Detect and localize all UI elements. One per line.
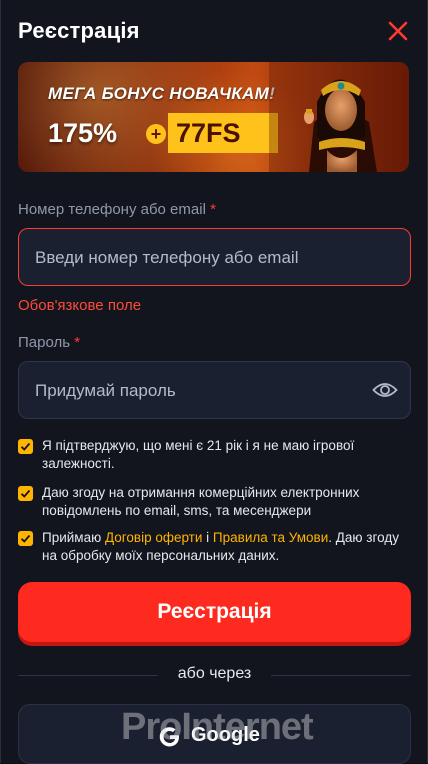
marketing-consent-text: Даю згоду на отримання комерційних елект… — [42, 485, 360, 518]
phone-label: Номер телефону або email * — [18, 201, 216, 218]
required-mark: * — [74, 334, 81, 351]
terms-prefix: Приймаю — [42, 530, 105, 545]
password-field[interactable] — [18, 361, 411, 420]
banner-plus: + — [146, 124, 166, 144]
password-label: Пароль * — [18, 334, 80, 351]
divider-text: або через — [177, 665, 252, 682]
phone-error-text: Обов'язкове поле — [18, 297, 142, 314]
banner-character-image — [269, 62, 409, 172]
register-button[interactable]: Реєстрація — [18, 582, 411, 642]
eye-icon[interactable] — [372, 379, 398, 401]
phone-email-input[interactable] — [33, 229, 357, 287]
google-icon — [159, 727, 179, 747]
banner-freespins: 77FS — [168, 113, 278, 153]
banner-headline: МЕГА БОНУС НОВАЧКАМ! — [48, 84, 276, 103]
header: Реєстрація — [18, 16, 410, 46]
marketing-consent-checkbox[interactable]: Даю згоду на отримання комерційних елект… — [18, 484, 411, 520]
offer-agreement-link[interactable]: Договір оферти — [105, 530, 202, 545]
required-mark: * — [210, 201, 216, 218]
checkbox-checked[interactable] — [18, 531, 33, 546]
terms-consent-checkbox[interactable]: Приймаю Договір оферти і Правила та Умов… — [18, 529, 411, 565]
age-consent-text: Я підтверджую, що мені є 21 рік і я не м… — [42, 438, 355, 471]
age-consent-checkbox[interactable]: Я підтверджую, що мені є 21 рік і я не м… — [18, 437, 411, 473]
google-login-button[interactable]: Google — [18, 704, 411, 764]
terms-mid: і — [202, 530, 213, 545]
page-title: Реєстрація — [18, 18, 140, 43]
password-label-text: Пароль — [18, 334, 71, 351]
banner-percent: 175% — [48, 118, 118, 148]
registration-panel: Реєстрація МЕГА БОНУС НОВАЧКАМ! 175% + 7… — [0, 0, 428, 764]
password-input[interactable] — [33, 362, 357, 420]
phone-label-text: Номер телефону або email — [18, 201, 206, 218]
or-divider: або через — [18, 665, 411, 685]
terms-conditions-link[interactable]: Правила та Умови — [213, 530, 328, 545]
phone-email-field[interactable] — [18, 228, 411, 287]
checkmark-icon — [20, 534, 31, 543]
close-icon[interactable] — [386, 19, 410, 43]
promo-banner[interactable]: МЕГА БОНУС НОВАЧКАМ! 175% + 77FS — [18, 62, 409, 172]
checkbox-checked[interactable] — [18, 439, 33, 454]
divider-line — [271, 675, 411, 676]
terms-consent-text: Приймаю Договір оферти і Правила та Умов… — [42, 529, 411, 565]
checkmark-icon — [20, 442, 31, 451]
checkmark-icon — [20, 489, 31, 498]
google-button-label: Google — [191, 724, 260, 746]
checkbox-checked[interactable] — [18, 486, 33, 501]
